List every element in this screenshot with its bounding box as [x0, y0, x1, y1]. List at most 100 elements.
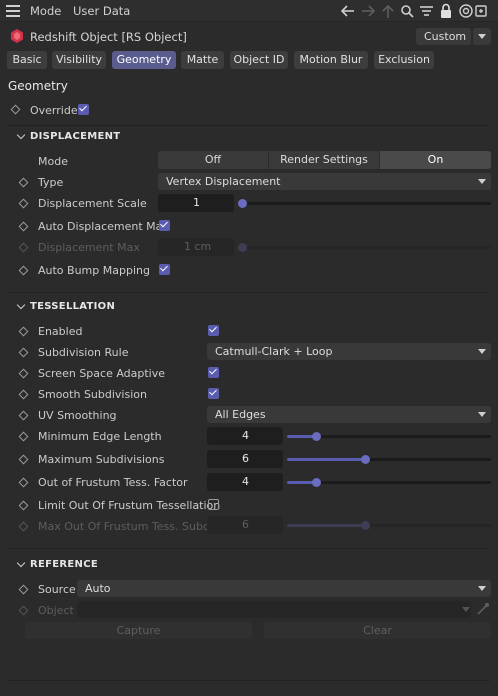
tab-geometry[interactable]: Geometry	[112, 51, 176, 69]
slider-handle[interactable]	[312, 478, 321, 487]
new-window-icon[interactable]	[475, 5, 487, 17]
reference-header[interactable]: REFERENCE	[30, 559, 98, 570]
keyframe-diamond-icon[interactable]	[18, 454, 29, 465]
screen-space-adaptive-label: Screen Space Adaptive	[38, 367, 166, 380]
chevron-down-icon	[478, 34, 486, 39]
screen-space-adaptive-checkbox[interactable]	[208, 367, 219, 378]
object-label: Object	[38, 604, 74, 617]
mode-option-off[interactable]: Off	[158, 151, 268, 169]
auto-bump-mapping-checkbox[interactable]	[159, 264, 170, 275]
keyframe-diamond-icon[interactable]	[18, 326, 29, 337]
tab-visibility[interactable]: Visibility	[52, 51, 106, 69]
minimum-edge-length-field[interactable]: 4	[207, 427, 283, 445]
keyframe-diamond-icon	[18, 521, 29, 532]
keyframe-diamond-icon[interactable]	[18, 500, 29, 511]
up-arrow-icon[interactable]	[382, 4, 394, 18]
keyframe-diamond-icon[interactable]	[18, 347, 29, 358]
auto-displacement-max-label: Auto Displacement Max	[38, 220, 169, 233]
mode-option-on[interactable]: On	[380, 151, 491, 169]
override-checkbox[interactable]	[78, 104, 89, 115]
slider-handle[interactable]	[312, 432, 321, 441]
displacement-max-slider	[238, 246, 491, 249]
lock-icon[interactable]	[441, 3, 451, 19]
keyframe-diamond-icon[interactable]	[18, 177, 29, 188]
auto-displacement-max-checkbox[interactable]	[159, 220, 170, 231]
limit-out-of-frustum-label: Limit Out Of Frustum Tessellation	[38, 499, 221, 512]
menu-mode[interactable]: Mode	[30, 4, 61, 18]
menu-user-data[interactable]: User Data	[73, 4, 130, 18]
keyframe-diamond-icon[interactable]	[18, 431, 29, 442]
preset-dropdown[interactable]: Custom	[416, 28, 471, 45]
back-arrow-icon[interactable]	[340, 5, 354, 17]
override-label: Override	[30, 104, 78, 117]
collapse-chevron-icon[interactable]	[16, 130, 26, 140]
picker-icon	[477, 603, 489, 615]
tab-motion-blur[interactable]: Motion Blur	[294, 51, 368, 69]
max-out-of-frustum-subdivs-label: Max Out Of Frustum Tess. Subdivs	[38, 520, 226, 533]
slider-handle	[238, 243, 247, 252]
displacement-max-field: 1 cm	[158, 238, 234, 256]
keyframe-diamond-icon[interactable]	[18, 389, 29, 400]
limit-out-of-frustum-checkbox[interactable]	[208, 499, 219, 510]
slider-fill	[287, 458, 366, 461]
toolbar-icons	[340, 3, 487, 19]
forward-arrow-icon[interactable]	[362, 5, 376, 17]
displacement-scale-slider[interactable]	[238, 202, 491, 205]
collapse-chevron-icon[interactable]	[16, 558, 26, 568]
tab-object-id[interactable]: Object ID	[230, 51, 288, 69]
hamburger-menu-icon[interactable]	[6, 5, 20, 17]
type-dropdown[interactable]: Vertex Displacement	[158, 173, 491, 190]
max-out-of-frustum-subdivs-field: 6	[207, 516, 283, 534]
mode-option-render-settings[interactable]: Render Settings	[269, 151, 379, 169]
keyframe-diamond-icon[interactable]	[18, 368, 29, 379]
tab-matte[interactable]: Matte	[181, 51, 224, 69]
tessellation-header[interactable]: TESSELLATION	[30, 301, 115, 312]
chevron-down-icon	[478, 412, 486, 417]
divider	[8, 292, 490, 293]
type-label: Type	[38, 176, 64, 189]
keyframe-diamond-icon[interactable]	[18, 477, 29, 488]
keyframe-diamond-icon[interactable]	[18, 198, 29, 209]
displacement-header[interactable]: DISPLACEMENT	[30, 131, 120, 142]
auto-bump-mapping-label: Auto Bump Mapping	[38, 264, 150, 277]
divider	[8, 680, 490, 681]
slider-handle[interactable]	[238, 199, 247, 208]
tab-exclusion[interactable]: Exclusion	[374, 51, 434, 69]
out-of-frustum-factor-label: Out of Frustum Tess. Factor	[38, 476, 188, 489]
slider-handle	[361, 521, 370, 530]
subdivision-rule-dropdown[interactable]: Catmull-Clark + Loop	[207, 343, 491, 360]
target-icon[interactable]	[459, 4, 473, 18]
keyframe-diamond-icon	[18, 605, 29, 616]
chevron-down-icon	[478, 349, 486, 354]
chevron-down-icon	[462, 607, 470, 612]
enabled-checkbox[interactable]	[208, 325, 219, 336]
divider	[8, 125, 490, 126]
maximum-subdivisions-label: Maximum Subdivisions	[38, 453, 165, 466]
displacement-scale-label: Displacement Scale	[38, 197, 147, 210]
keyframe-diamond-icon[interactable]	[18, 265, 29, 276]
keyframe-diamond-icon[interactable]	[10, 104, 21, 115]
capture-button: Capture	[25, 622, 252, 639]
uv-smoothing-label: UV Smoothing	[38, 409, 117, 422]
out-of-frustum-factor-field[interactable]: 4	[207, 473, 283, 491]
tab-basic[interactable]: Basic	[7, 51, 47, 69]
enabled-label: Enabled	[38, 325, 83, 338]
keyframe-diamond-icon[interactable]	[18, 584, 29, 595]
keyframe-diamond-icon[interactable]	[18, 221, 29, 232]
object-link-field	[77, 601, 471, 618]
search-icon[interactable]	[401, 5, 414, 18]
clear-button: Clear	[264, 622, 491, 639]
collapse-chevron-icon[interactable]	[16, 300, 26, 310]
displacement-scale-field[interactable]: 1	[158, 194, 234, 212]
slider-handle[interactable]	[361, 455, 370, 464]
displacement-max-label: Displacement Max	[38, 241, 140, 254]
preset-menu-button[interactable]	[473, 28, 491, 45]
keyframe-diamond-icon[interactable]	[18, 410, 29, 421]
source-label: Source	[38, 583, 76, 596]
uv-smoothing-dropdown[interactable]: All Edges	[207, 406, 491, 423]
smooth-subdivision-checkbox[interactable]	[208, 388, 219, 399]
source-dropdown[interactable]: Auto	[77, 580, 491, 597]
filter-icon[interactable]	[420, 6, 433, 16]
top-toolbar: Mode User Data	[0, 0, 498, 22]
maximum-subdivisions-field[interactable]: 6	[207, 450, 283, 468]
